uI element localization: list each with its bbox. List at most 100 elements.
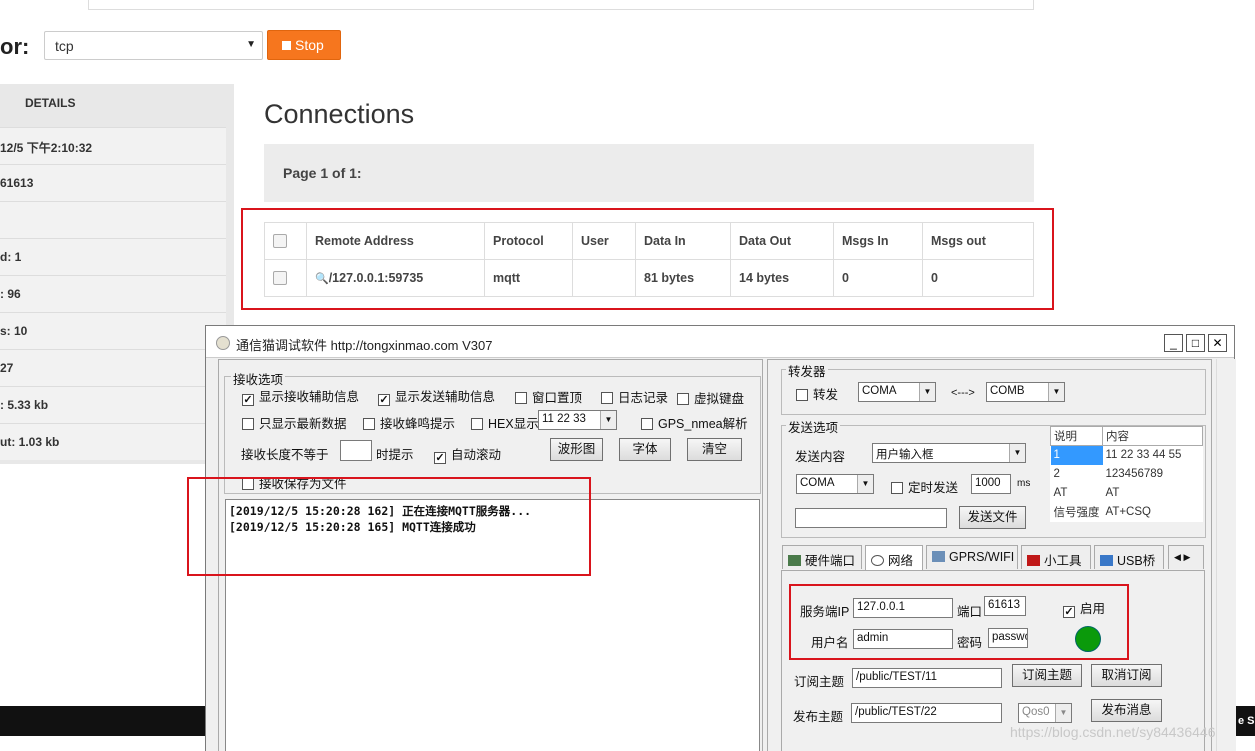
row-checkbox[interactable] [273, 271, 287, 286]
window-titlebar[interactable]: 通信猫调试软件 http://tongxinmao.com V307 _ □ ✕ [206, 326, 1234, 358]
stop-button[interactable]: Stop [267, 30, 341, 60]
tab-tools[interactable]: 小工具 [1021, 545, 1091, 569]
clear-button[interactable]: 清空 [687, 438, 742, 461]
stop-icon [282, 41, 291, 50]
waveform-button[interactable]: 波形图 [550, 438, 603, 461]
password-input[interactable]: passwo [988, 628, 1028, 648]
timed-send-checkbox[interactable]: 定时发送 [891, 477, 958, 496]
maximize-icon[interactable]: □ [1186, 334, 1205, 352]
cell-protocol: mqtt [484, 259, 573, 297]
tab-scroll-left-icon[interactable]: ◀ [1174, 552, 1181, 562]
server-ip-input[interactable]: 127.0.0.1 [853, 598, 953, 618]
show-latest-checkbox[interactable]: 只显示最新数据 [242, 413, 347, 432]
tab-label: 网络 [888, 554, 914, 568]
checkbox-empty-icon [796, 389, 808, 401]
tab-label: 小工具 [1044, 554, 1082, 568]
checkbox-label: GPS_nmea解析 [658, 417, 748, 431]
forward-a-value: COMA [862, 385, 897, 397]
cell-data-out: 14 bytes [730, 259, 834, 297]
col-header[interactable]: User [572, 222, 636, 260]
publish-topic-input[interactable]: /public/TEST/22 [851, 703, 1002, 723]
port-input[interactable]: 61613 [984, 596, 1026, 616]
top-frame [88, 0, 1034, 10]
minimize-icon[interactable]: _ [1164, 334, 1183, 352]
list-item[interactable]: AT AT [1051, 484, 1203, 503]
forward-b-select[interactable]: COMB ▼ [986, 382, 1065, 402]
subscribe-button[interactable]: 订阅主题 [1012, 664, 1082, 687]
username-label: 用户名 [811, 636, 849, 650]
forward-checkbox[interactable]: 转发 [796, 384, 838, 403]
list-header: 内容 [1102, 426, 1203, 446]
col-header[interactable]: Data Out [730, 222, 834, 260]
auto-scroll-checkbox[interactable]: ✓ 自动滚动 [434, 444, 501, 464]
window-topmost-checkbox[interactable]: 窗口置顶 [515, 387, 582, 406]
checkbox-label: 启用 [1080, 602, 1106, 616]
unsubscribe-button[interactable]: 取消订阅 [1091, 664, 1162, 687]
port-icon [788, 555, 801, 566]
recv-length-input[interactable] [340, 440, 372, 461]
send-content-select[interactable]: 用户输入框 ▼ [872, 443, 1026, 463]
footer-text: e S [1238, 715, 1255, 727]
footer-bar [0, 706, 205, 736]
chevron-down-icon: ▼ [1009, 444, 1025, 462]
detail-row: s: 10 [0, 312, 226, 349]
forwarder-legend: 转发器 [786, 361, 828, 380]
col-header[interactable]: Data In [635, 222, 731, 260]
checkbox-checked-icon: ✓ [1063, 606, 1075, 618]
chevron-down-icon: ▼ [919, 383, 935, 401]
tab-network[interactable]: 网络 [865, 545, 923, 570]
send-port-select[interactable]: COMA ▼ [796, 474, 874, 494]
toolbox-icon [1027, 555, 1040, 566]
pagination-bar: Page 1 of 1: [264, 144, 1034, 202]
virtual-keyboard-checkbox[interactable]: 虚拟键盘 [677, 388, 744, 407]
log-record-checkbox[interactable]: 日志记录 [601, 387, 668, 406]
publish-button[interactable]: 发布消息 [1091, 699, 1162, 722]
show-send-info-checkbox[interactable]: ✓ 显示发送辅助信息 [378, 386, 495, 406]
tab-gprs-wifi[interactable]: GPRS/WIFI [926, 545, 1018, 569]
footer-bar-right: e S [1235, 706, 1255, 736]
select-all-checkbox[interactable] [273, 234, 287, 249]
timed-interval-input[interactable]: 1000 [971, 474, 1011, 494]
window-scrollbar[interactable] [1216, 359, 1236, 751]
send-port-value: COMA [800, 477, 835, 489]
show-recv-info-checkbox[interactable]: ✓ 显示接收辅助信息 [242, 386, 359, 406]
tab-hardware-port[interactable]: 硬件端口 [782, 545, 862, 569]
beep-checkbox[interactable]: 接收蜂鸣提示 [363, 413, 455, 432]
tab-usb-bridge[interactable]: USB桥 [1094, 545, 1164, 569]
list-item[interactable]: 1 11 22 33 44 55 [1050, 445, 1203, 465]
hex-display-checkbox[interactable]: HEX显示 [471, 413, 539, 432]
qos-select[interactable]: Qos0 ▼ [1018, 703, 1072, 723]
hex-value-select[interactable]: 11 22 33 ▼ [538, 410, 617, 430]
network-icon [871, 555, 884, 566]
col-header[interactable]: Msgs out [922, 222, 1034, 260]
send-file-button[interactable]: 发送文件 [959, 506, 1026, 529]
subscribe-topic-input[interactable]: /public/TEST/11 [852, 668, 1002, 688]
list-item[interactable]: 信号强度 AT+CSQ [1051, 503, 1203, 522]
checkbox-label: 显示接收辅助信息 [259, 390, 360, 404]
tab-scroll-right-icon[interactable]: ▶ [1183, 552, 1190, 562]
chevron-down-icon: ▼ [600, 411, 616, 429]
list-item[interactable]: 2 123456789 [1051, 465, 1203, 484]
table-header-row: Remote Address Protocol User Data In Dat… [264, 222, 1034, 260]
preset-list[interactable]: 说明 内容 1 11 22 33 44 55 2 123456789 AT AT 信号强… [1050, 426, 1203, 522]
recv-length-suffix: 时提示 [376, 448, 414, 462]
checkbox-empty-icon [891, 482, 903, 494]
send-file-path-input[interactable] [795, 508, 947, 528]
send-options-legend: 发送选项 [786, 417, 841, 436]
tab-scroll[interactable]: ◀ ▶ [1168, 545, 1204, 569]
col-header[interactable]: Protocol [484, 222, 573, 260]
forward-a-select[interactable]: COMA ▼ [858, 382, 936, 402]
close-icon[interactable]: ✕ [1208, 334, 1227, 352]
checkbox-empty-icon [242, 418, 254, 430]
col-header[interactable]: Msgs In [833, 222, 923, 260]
col-header[interactable]: Remote Address [306, 222, 485, 260]
protocol-select[interactable]: tcp ▼ [44, 31, 263, 60]
remote-address[interactable]: /127.0.0.1:59735 [329, 271, 424, 285]
magnifier-icon[interactable]: 🔍 [315, 273, 329, 285]
font-button[interactable]: 字体 [619, 438, 671, 461]
list-cell: 123456789 [1105, 468, 1164, 480]
username-input[interactable]: admin [853, 629, 953, 649]
page-info: Page 1 of 1: [283, 165, 362, 181]
gps-nmea-checkbox[interactable]: GPS_nmea解析 [641, 413, 748, 432]
enable-checkbox[interactable]: ✓ 启用 [1063, 598, 1105, 618]
